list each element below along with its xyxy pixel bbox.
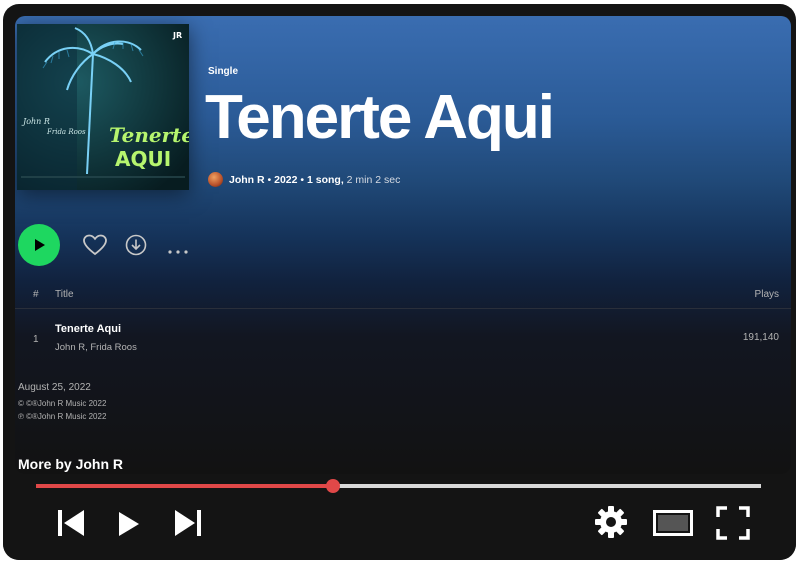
artist-link[interactable]: John R [229,174,265,186]
artist-avatar[interactable] [208,172,223,187]
play-icon [119,512,139,536]
more-icon [168,250,188,254]
album-cover: John R Frida Roos Tenerte AQUI JR [17,24,189,190]
play-icon [35,239,45,251]
next-button[interactable] [173,509,203,542]
meta-separator: • [264,173,275,186]
cover-script-1: John R [21,117,50,126]
track-number: 1 [33,334,39,345]
theater-mode-icon [653,510,693,536]
progress-scrubber[interactable] [326,479,341,493]
song-count: 1 song, [306,173,344,186]
meta-separator: • [297,173,307,186]
album-meta: John R • 2022 • 1 song, 2 min 2 sec [208,172,400,187]
cover-word-1: Tenerte [109,123,189,147]
progress-fill [36,484,334,488]
album-title: Tenerte Aqui [205,83,555,152]
play-pause-button[interactable] [118,511,140,542]
theater-mode-button[interactable] [653,510,693,541]
track-plays: 191,140 [742,332,779,343]
album-year: 2022 [274,173,298,186]
video-player-frame: John R Frida Roos Tenerte AQUI JR Single… [3,4,796,560]
spotify-album-page: John R Frida Roos Tenerte AQUI JR Single… [15,16,791,474]
next-icon [175,510,201,536]
album-duration: 2 min 2 sec [346,173,401,186]
more-by-heading[interactable]: More by John R [18,456,123,472]
heart-icon [83,234,107,256]
player-controls [3,474,796,560]
cover-word-2: AQUI [115,147,171,171]
header-number: # [33,289,39,300]
cover-script-2: Frida Roos [46,128,86,136]
like-button[interactable] [83,234,107,261]
download-button[interactable] [125,234,147,261]
track-artists[interactable]: John R, Frida Roos [55,342,137,353]
header-plays[interactable]: Plays [755,289,779,300]
phonogram-line: ℗ ©®John R Music 2022 [18,412,107,421]
download-icon [125,234,147,256]
previous-icon [58,510,84,536]
fullscreen-icon [716,506,750,540]
header-title[interactable]: Title [55,289,74,300]
play-button[interactable] [18,224,60,266]
settings-button[interactable] [593,504,629,545]
track-row[interactable]: 1 Tenerte Aqui John R, Frida Roos 191,14… [15,318,791,358]
cover-monogram: JR [172,31,182,40]
more-options-button[interactable] [167,242,189,260]
release-date: August 25, 2022 [18,382,91,393]
fullscreen-button[interactable] [716,506,750,545]
tracklist-header: # Title Plays [15,284,791,309]
progress-bar[interactable] [36,479,761,493]
track-title[interactable]: Tenerte Aqui [55,323,121,335]
copyright-line: © ©®John R Music 2022 [18,399,107,408]
previous-button[interactable] [56,509,86,542]
settings-icon [595,506,627,538]
album-type-label: Single [208,66,239,77]
